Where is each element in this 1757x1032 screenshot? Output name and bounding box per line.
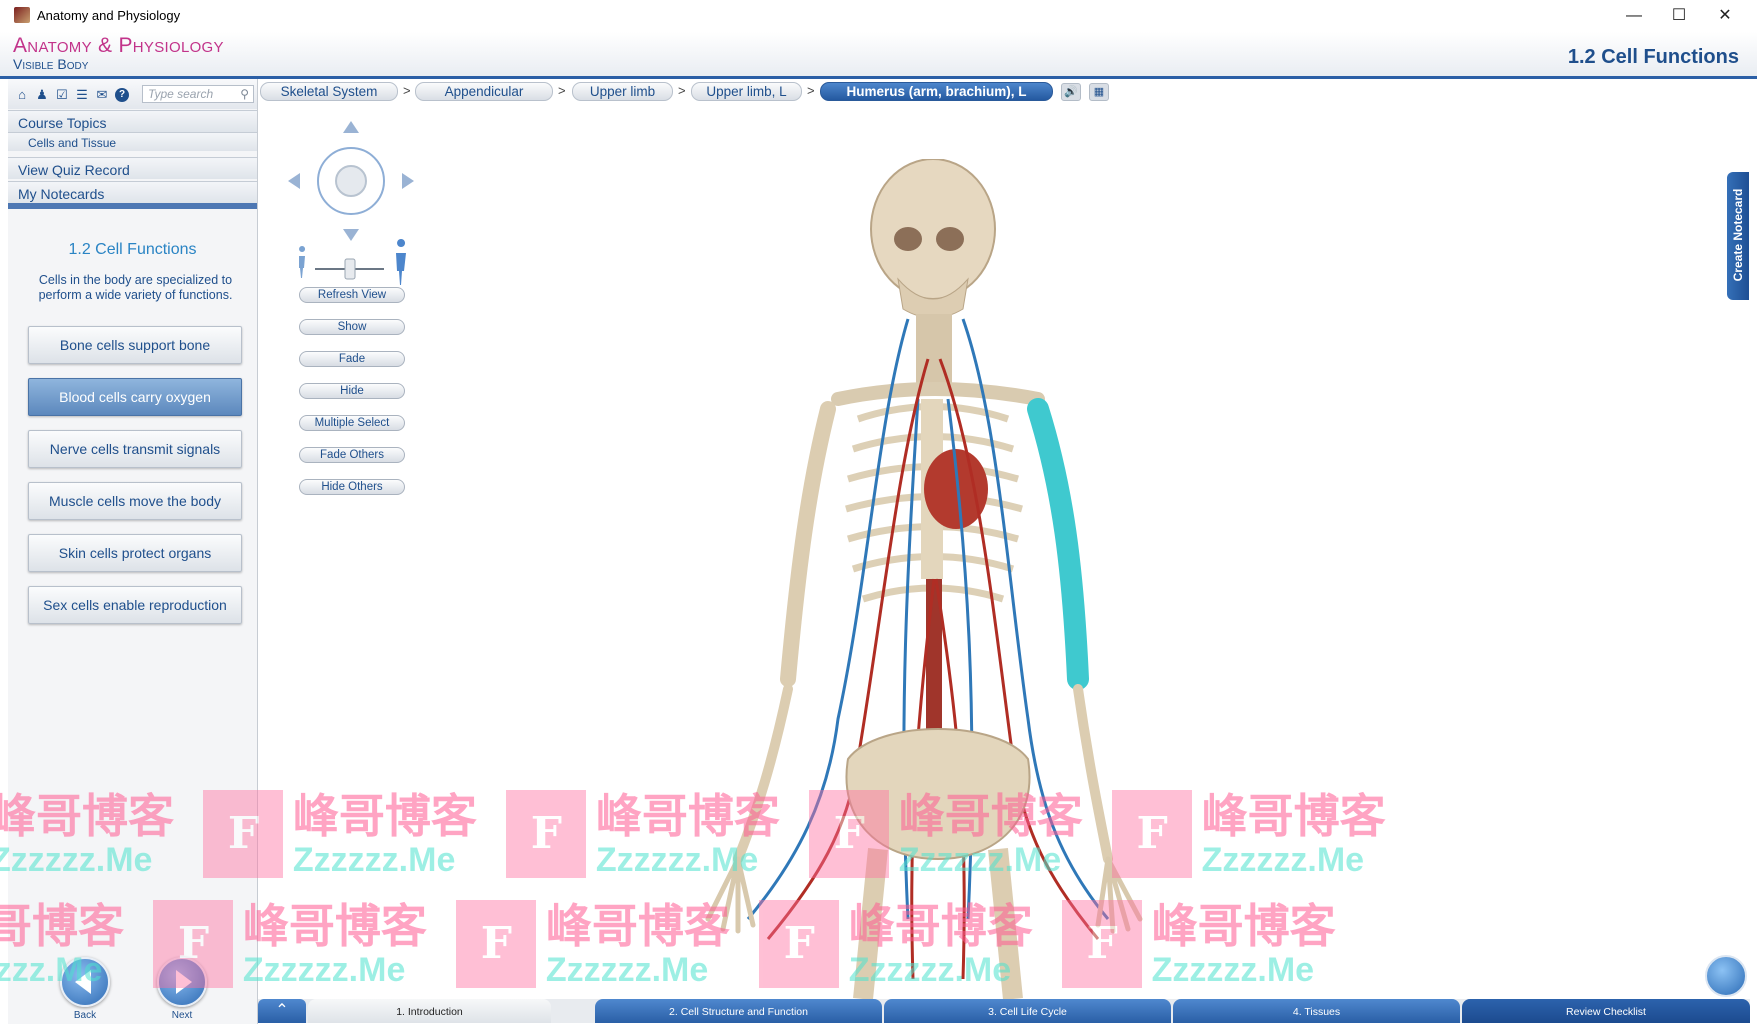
topic-button-sex[interactable]: Sex cells enable reproduction [28,586,242,624]
pan-left-icon [288,173,300,189]
hide-button[interactable]: Hide [299,383,405,399]
next-button[interactable] [157,957,207,1007]
tab-cell-life-cycle[interactable]: 3. Cell Life Cycle [884,999,1171,1023]
fade-button[interactable]: Fade [299,351,405,367]
search-icon[interactable]: ⚲ [240,86,249,102]
book-icon[interactable]: ▦ [1089,83,1109,101]
tab-tissues[interactable]: 4. Tissues [1173,999,1460,1023]
3d-viewport[interactable]: Skeletal System > Appendicular > Upper l… [258,79,1750,999]
help-icon[interactable]: ? [115,88,129,102]
hide-others-button[interactable]: Hide Others [299,479,405,495]
app-header: Anatomy & Physiology Visible Body 1.2 Ce… [0,32,1757,79]
multiple-select-button[interactable]: Multiple Select [299,415,405,431]
tab-introduction[interactable]: 1. Introduction [308,999,551,1023]
anatomy-model[interactable] [678,159,1198,999]
back-arrow-icon [75,970,91,994]
app-icon [14,7,30,23]
list-icon[interactable]: ☰ [75,88,89,102]
window-title: Anatomy and Physiology [37,8,181,23]
topic-button-bone[interactable]: Bone cells support bone [28,326,242,364]
next-arrow-icon [176,970,192,994]
breadcrumb-separator: > [678,83,686,98]
tab-cell-structure-and-function[interactable]: 2. Cell Structure and Function [595,999,882,1023]
mail-icon[interactable]: ✉ [95,88,109,102]
nav-view-quiz-record-label: View Quiz Record [18,162,130,178]
lesson-title: 1.2 Cell Functions [68,241,197,258]
pan-down-icon [343,229,359,241]
search-input[interactable]: Type search ⚲ [142,85,254,103]
show-button[interactable]: Show [299,319,405,335]
nav-course-topics[interactable]: Course Topics [8,110,257,132]
maximize-icon[interactable]: ☐ [1657,4,1701,28]
breadcrumb-separator: > [558,83,566,98]
app-logo-title: Anatomy & Physiology [13,34,224,57]
zoom-slider-thumb [344,258,356,280]
create-notecard-tab[interactable]: Create Notecard [1727,172,1749,300]
pan-right-icon [402,173,414,189]
minimize-icon[interactable]: — [1612,4,1656,28]
breadcrumb-item-upper-limb-l[interactable]: Upper limb, L [691,82,802,101]
create-notecard-label: Create Notecard [1731,188,1745,282]
nav-course-topics-label: Course Topics [18,115,107,131]
tab-review-checklist[interactable]: Review Checklist [1462,999,1750,1023]
audio-icon[interactable]: 🔊 [1061,83,1081,101]
zoom-in-person-icon [396,239,406,285]
page-title: 1.2 Cell Functions [1567,46,1739,68]
topic-button-skin[interactable]: Skin cells protect organs [28,534,242,572]
breadcrumb-item-appendicular[interactable]: Appendicular [415,82,553,101]
topic-button-nerve[interactable]: Nerve cells transmit signals [28,430,242,468]
topic-button-blood[interactable]: Blood cells carry oxygen [28,378,242,416]
nav-my-notecards[interactable]: My Notecards [8,181,257,209]
nav-view-quiz-record[interactable]: View Quiz Record [8,157,257,179]
tips-lightbulb-icon[interactable] [1705,955,1747,997]
checklist-icon[interactable]: ☑ [55,88,69,102]
nav-cells-and-tissue-label: Cells and Tissue [28,136,117,150]
back-label: Back [73,1010,97,1021]
close-icon[interactable]: ✕ [1703,4,1747,28]
pan-up-icon [343,121,359,133]
sidebar-toolbar: ⌂ ♟ ☑ ☰ ✉ ? Type search ⚲ [8,79,257,109]
home-icon[interactable]: ⌂ [15,88,29,102]
app-logo-brand: Visible Body [13,56,89,72]
bottom-tab-bar: ⌃ 1. Introduction 2. Cell Structure and … [258,999,1750,1023]
person-icon[interactable]: ♟ [35,88,49,102]
zoom-out-person-icon [299,246,306,278]
nav-cells-and-tissue[interactable]: Cells and Tissue [8,132,257,151]
rotate-knob-icon [335,165,367,197]
nav-my-notecards-label: My Notecards [18,186,105,202]
breadcrumb-item-humerus[interactable]: Humerus (arm, brachium), L [820,82,1053,101]
breadcrumb-item-skeletal-system[interactable]: Skeletal System [260,82,398,101]
window-titlebar: Anatomy and Physiology — ☐ ✕ [0,0,1757,33]
expand-up-icon[interactable]: ⌃ [258,999,306,1023]
breadcrumb-separator: > [403,83,411,98]
topic-button-muscle[interactable]: Muscle cells move the body [28,482,242,520]
search-placeholder: Type search [148,87,214,101]
back-button[interactable] [60,957,110,1007]
sidebar: ⌂ ♟ ☑ ☰ ✉ ? Type search ⚲ Course Topics … [8,79,258,1024]
lesson-description: Cells in the body are specialized to per… [38,273,233,302]
next-label: Next [171,1010,193,1021]
navigation-pad[interactable] [286,119,416,339]
breadcrumb-separator: > [807,83,815,98]
breadcrumb-item-upper-limb[interactable]: Upper limb [572,82,673,101]
fade-others-button[interactable]: Fade Others [299,447,405,463]
refresh-view-button[interactable]: Refresh View [299,287,405,303]
